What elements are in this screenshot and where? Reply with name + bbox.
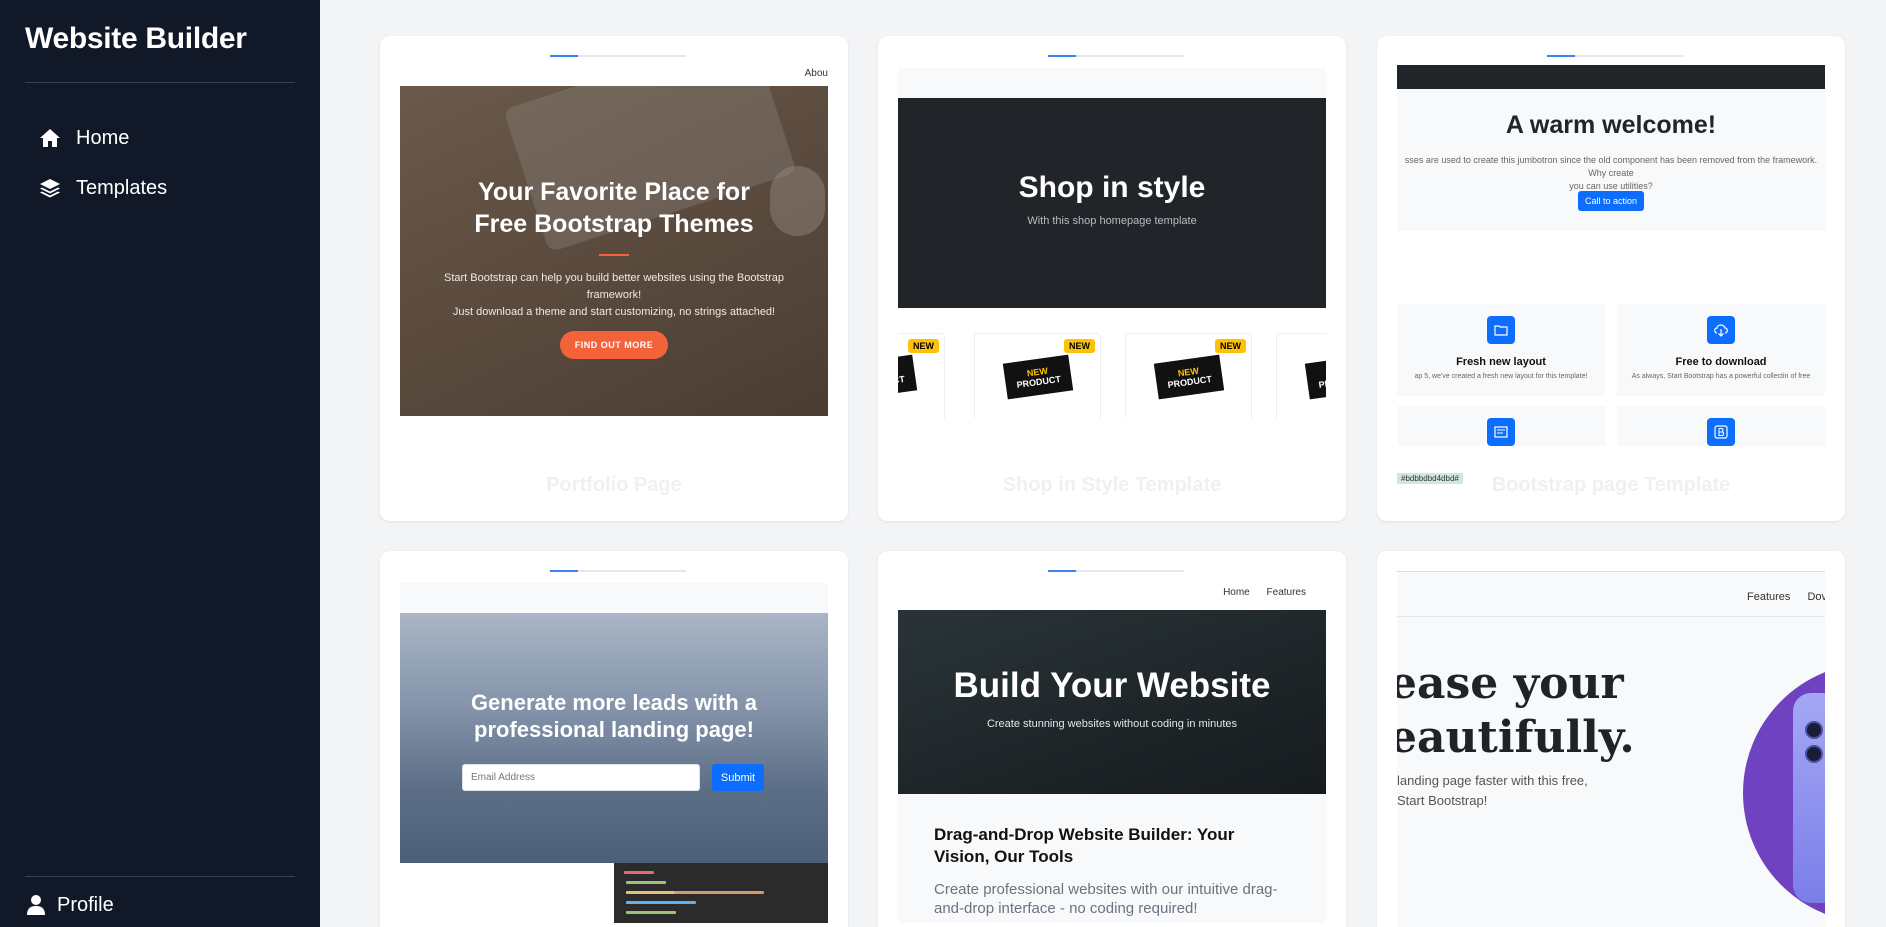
cloud-download-icon (1707, 316, 1735, 344)
product-card: NEWPRODUCT (1276, 333, 1326, 418)
post-title: Drag-and-Drop Website Builder: Your Visi… (934, 825, 1235, 866)
profile-label: Profile (57, 893, 114, 916)
preview-heading: Shop in style (1018, 171, 1206, 204)
feature-box: Fresh new layout ap 5, we've created a f… (1397, 304, 1605, 396)
new-product-image: NEWPRODUCT (1304, 354, 1326, 400)
card-icon (1487, 418, 1515, 446)
preview-headline: ease your eautifully. (1397, 658, 1635, 763)
template-card-build-website[interactable]: Home Features Build Your Website Create … (878, 551, 1346, 927)
preview-hero: Build Your Website Create stunning websi… (898, 610, 1326, 794)
loading-bar (1048, 570, 1184, 572)
preview-jumbotron: A warm welcome! sses are used to create … (1397, 89, 1825, 231)
sidebar-divider (25, 876, 295, 877)
sidebar-item-label: Home (76, 126, 130, 149)
new-badge: NEW (1064, 339, 1095, 353)
camera-icon (1805, 721, 1823, 739)
loading-bar (550, 55, 686, 57)
preview-text: sses are used to create this jumbotron s… (1404, 155, 1818, 191)
divider (1397, 616, 1825, 617)
card-title: Portfolio Page (546, 474, 682, 496)
preview-nav: Home Features (1209, 587, 1306, 598)
product-card: NEW NEWPRODUCT (1125, 333, 1252, 418)
layers-icon (38, 176, 62, 200)
ocean-background: Generate more leads with a professional l… (400, 613, 828, 863)
preview-heading: Your Favorite Place for Free Bootstrap Th… (474, 178, 754, 238)
new-product-image: NEWPRODUCT (898, 354, 918, 400)
template-card-shop[interactable]: Shop in style With this shop homepage te… (878, 36, 1346, 521)
template-preview: Features Dov ease your eautifully. landin… (1397, 571, 1825, 927)
loading-bar (550, 570, 686, 572)
preview-heading: Build Your Website (953, 666, 1271, 705)
sidebar-item-templates[interactable]: Templates (38, 170, 167, 206)
preview-navbar (898, 68, 1326, 98)
preview-nav-link: Features (1266, 587, 1306, 598)
feature-text: As always, Start Bootstrap has a powerfu… (1631, 373, 1811, 380)
template-preview: Shop in style With this shop homepage te… (898, 68, 1326, 418)
template-preview: Generate more leads with a professional l… (400, 583, 828, 923)
preview-subtext: landing page faster with this free, Start… (1397, 773, 1588, 808)
loading-bar (1547, 55, 1683, 57)
preview-subheading: Create stunning websites without coding … (986, 718, 1238, 730)
submit-button: Submit (712, 764, 764, 791)
template-card-showcase[interactable]: Features Dov ease your eautifully. landin… (1377, 551, 1845, 927)
preview-nav-link: Home (1223, 587, 1250, 598)
sidebar: Website Builder Home Templates Profile (0, 0, 320, 927)
preview-hero: Shop in style With this shop homepage te… (898, 98, 1326, 308)
template-card-landing[interactable]: Generate more leads with a professional l… (380, 551, 848, 927)
folder-icon (1487, 316, 1515, 344)
phone-image (1793, 693, 1825, 903)
sidebar-item-profile[interactable]: Profile (25, 888, 114, 922)
sidebar-item-home[interactable]: Home (38, 120, 129, 156)
preview-nav-link: Features (1747, 591, 1791, 603)
preview-text: Start Bootstrap can help you build bette… (444, 272, 784, 318)
feature-box: Free to download As always, Start Bootst… (1617, 304, 1825, 396)
preview-navbar (400, 583, 828, 613)
template-preview: Your Favorite Place for Free Bootstrap Th… (400, 86, 828, 416)
new-badge: NEW (1215, 339, 1246, 353)
preview-nav: Features Dov (1747, 591, 1825, 603)
template-card-bootstrap[interactable]: A warm welcome! sses are used to create … (1377, 36, 1845, 521)
brand-title: Website Builder (25, 22, 247, 55)
call-to-action-button: Call to action (1578, 191, 1644, 211)
feature-box (1617, 406, 1825, 446)
template-preview: Home Features Build Your Website Create … (898, 583, 1326, 923)
bootstrap-icon (1707, 418, 1735, 446)
template-card-portfolio[interactable]: Abou Your Favorite Place for Free Bootstr… (380, 36, 848, 521)
product-card: NEW NEWPRODUCT (974, 333, 1101, 418)
preview-nav-link: Abou (804, 68, 828, 79)
find-out-more-button: FIND OUT MORE (560, 331, 668, 359)
card-title: Shop in Style Template (1002, 474, 1222, 496)
new-product-image: NEWPRODUCT (1153, 354, 1225, 400)
feature-title: Fresh new layout (1456, 356, 1546, 368)
new-badge: NEW (908, 339, 939, 353)
sidebar-divider (25, 82, 295, 83)
preview-post: Drag-and-Drop Website Builder: Your Visi… (898, 794, 1326, 923)
divider (1397, 571, 1825, 572)
preview-heading: Generate more leads with a professional l… (470, 690, 758, 742)
preview-heading: A warm welcome! (1505, 111, 1717, 139)
new-product-image: NEWPRODUCT (1002, 354, 1074, 400)
preview-nav-link: Dov (1807, 591, 1825, 603)
feature-title: Free to download (1675, 356, 1767, 368)
preview-subheading: With this shop homepage template (1027, 215, 1197, 227)
feature-text: ap 5, we've created a fresh new layout f… (1414, 373, 1588, 380)
code-image (614, 863, 828, 923)
sidebar-item-label: Templates (76, 176, 168, 199)
email-field: Email Address (462, 764, 700, 791)
card-title: Bootstrap page Template (1491, 474, 1731, 496)
feature-box (1397, 406, 1605, 446)
loading-bar (1048, 55, 1184, 57)
template-preview: A warm welcome! sses are used to create … (1397, 65, 1825, 495)
preview-navbar (1397, 65, 1825, 89)
product-card: NEW NEWPRODUCT (898, 333, 945, 418)
home-icon (38, 126, 62, 150)
divider (599, 254, 629, 256)
user-icon (25, 894, 47, 916)
camera-icon (1805, 745, 1823, 763)
post-text: Create professional websites with our in… (934, 881, 1278, 917)
